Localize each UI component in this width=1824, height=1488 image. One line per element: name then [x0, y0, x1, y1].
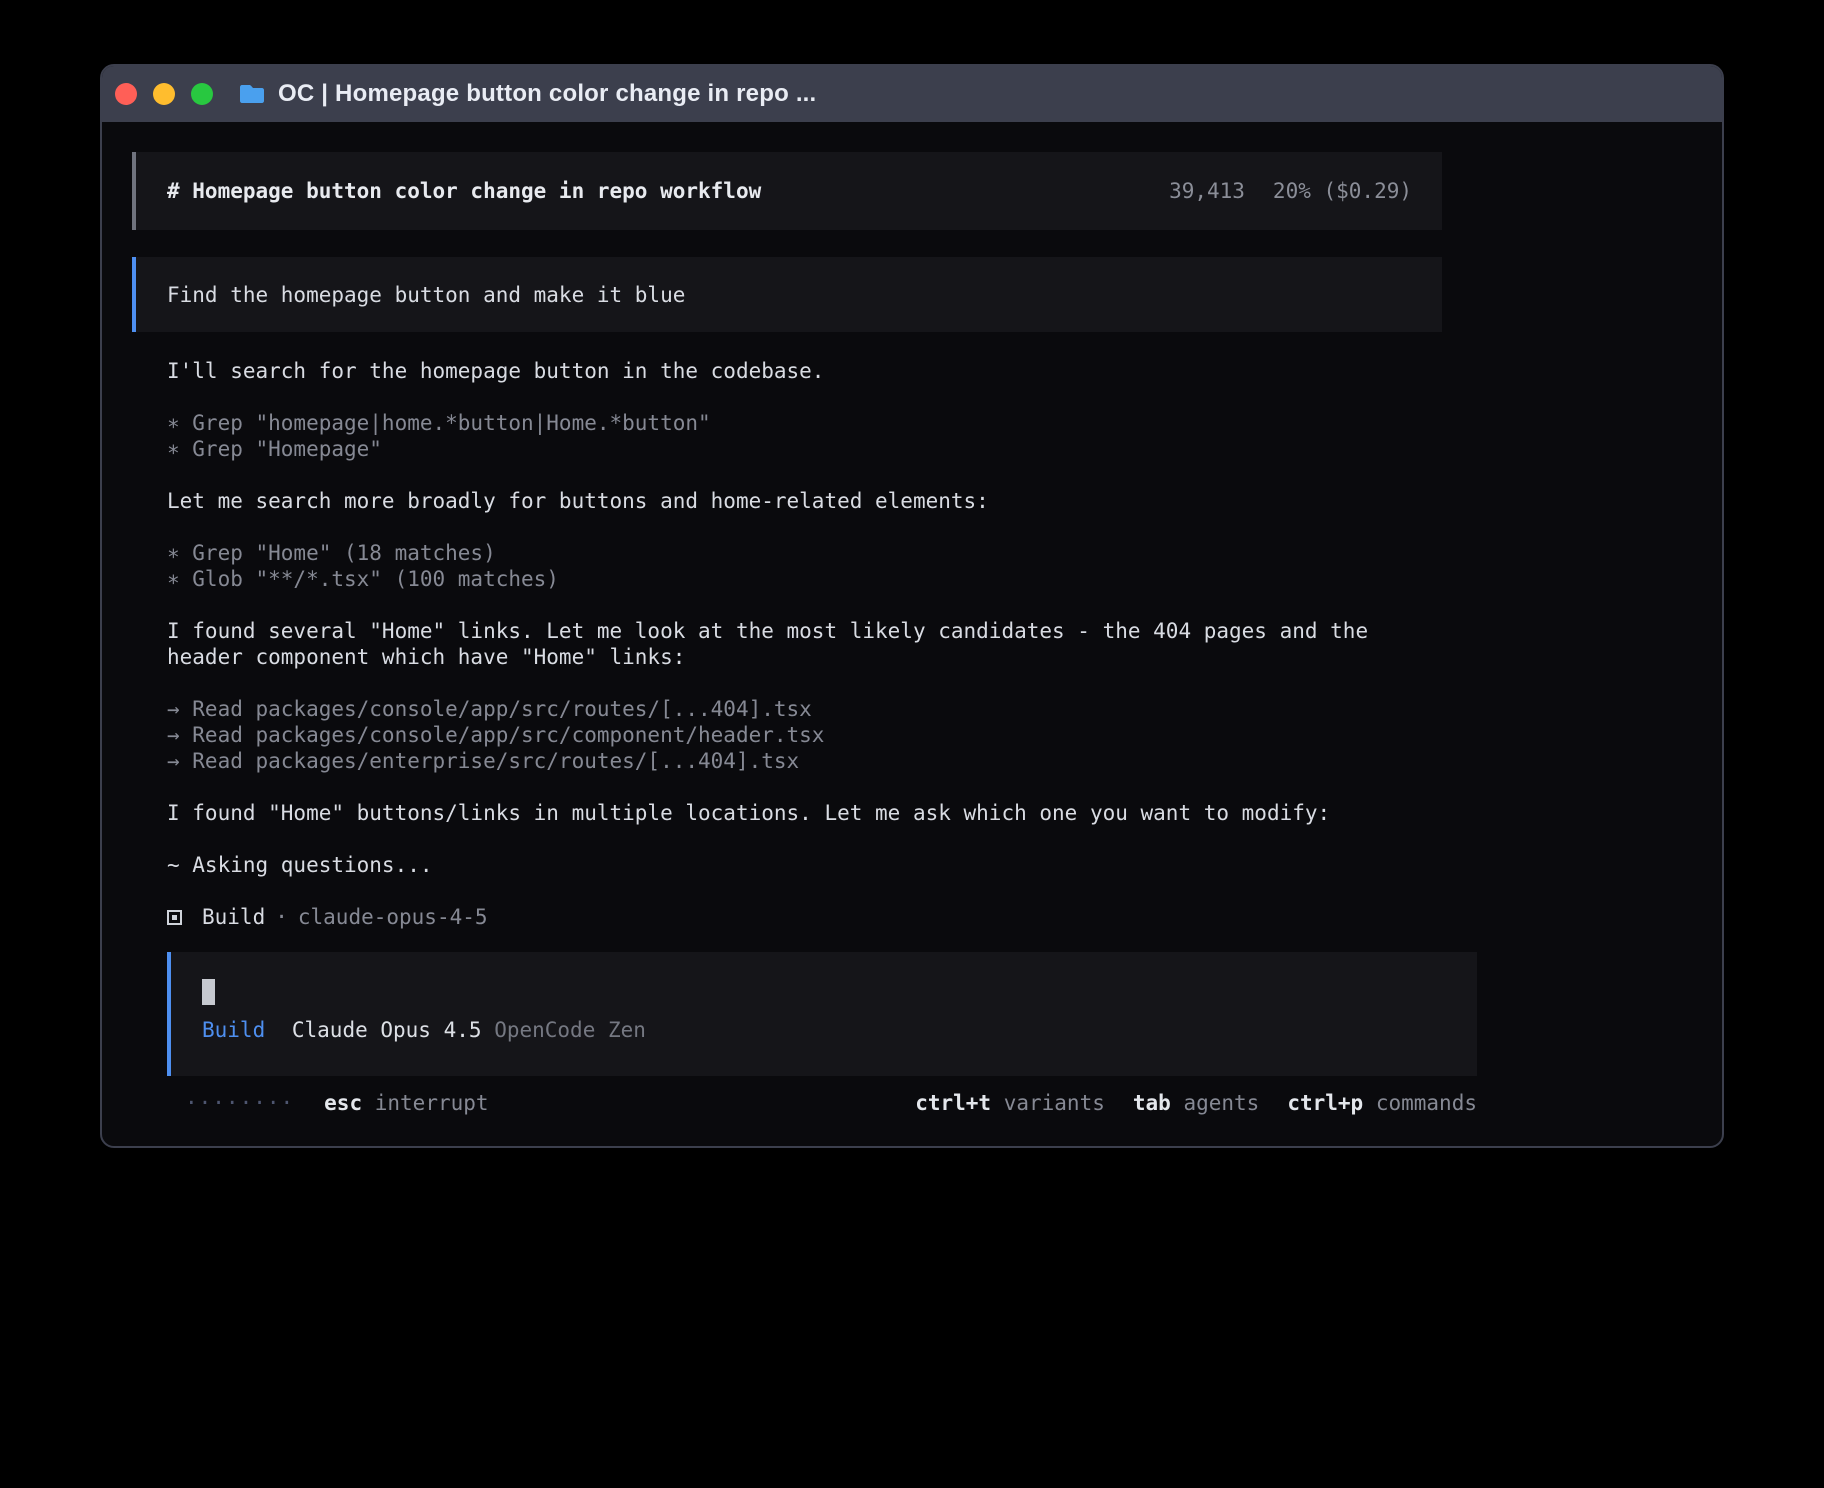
prompt-input[interactable]: Build Claude Opus 4.5 OpenCode Zen: [167, 952, 1477, 1076]
token-count: 39,413: [1169, 179, 1245, 203]
user-message-text: Find the homepage button and make it blu…: [167, 283, 685, 307]
assistant-text: Let me search more broadly for buttons a…: [167, 488, 1442, 514]
shortcut-label: agents: [1183, 1091, 1259, 1115]
terminal-content: # Homepage button color change in repo w…: [102, 122, 1722, 1118]
status-bar-right: ctrl+t variants tab agents ctrl+p comman…: [915, 1090, 1477, 1116]
assistant-text: I found several "Home" links. Let me loo…: [167, 618, 1442, 670]
agent-status-row: Build · claude-opus-4-5: [167, 904, 1442, 930]
shortcut-key: esc: [324, 1091, 362, 1115]
tool-call-line: ∗ Grep "Home" (18 matches): [167, 540, 1442, 566]
agent-separator: ·: [275, 904, 288, 930]
tool-call-line: ∗ Grep "Homepage": [167, 436, 1442, 462]
status-bar-left: ········ esc interrupt: [185, 1090, 489, 1116]
input-model[interactable]: Claude Opus 4.5: [292, 1018, 482, 1042]
progress-dots: ········: [185, 1090, 294, 1116]
agent-square-icon: [167, 910, 182, 925]
tool-call-line: → Read packages/enterprise/src/routes/[.…: [167, 748, 1442, 774]
desktop-background: OC | Homepage button color change in rep…: [0, 0, 1824, 1488]
conversation: I'll search for the homepage button in t…: [167, 358, 1442, 1118]
tool-call-line: → Read packages/console/app/src/componen…: [167, 722, 1442, 748]
window-title: OC | Homepage button color change in rep…: [278, 80, 816, 108]
context-usage: 20% ($0.29): [1273, 179, 1412, 203]
shortcut-label: interrupt: [375, 1091, 489, 1115]
shortcut-agents: tab agents: [1133, 1090, 1259, 1116]
shortcut-key: tab: [1133, 1091, 1171, 1115]
shortcut-key: ctrl+p: [1287, 1091, 1363, 1115]
session-title: # Homepage button color change in repo w…: [167, 179, 761, 203]
tool-call-group: → Read packages/console/app/src/routes/[…: [167, 696, 1442, 774]
agent-name: Build: [202, 904, 265, 930]
tool-call-line: ∗ Glob "**/*.tsx" (100 matches): [167, 566, 1442, 592]
folder-icon: [238, 82, 266, 106]
minimize-button[interactable]: [153, 83, 175, 105]
shortcut-key: ctrl+t: [915, 1091, 991, 1115]
terminal-window: OC | Homepage button color change in rep…: [100, 64, 1724, 1148]
shortcut-variants: ctrl+t variants: [915, 1090, 1105, 1116]
session-stats: 39,413 20% ($0.29): [1169, 179, 1412, 203]
input-provider: OpenCode Zen: [494, 1018, 646, 1042]
shortcut-commands: ctrl+p commands: [1287, 1090, 1477, 1116]
asking-status: ~ Asking questions...: [167, 852, 1442, 878]
traffic-lights: [115, 83, 213, 105]
session-header: # Homepage button color change in repo w…: [132, 152, 1442, 230]
window-titlebar[interactable]: OC | Homepage button color change in rep…: [102, 66, 1722, 122]
assistant-text: I'll search for the homepage button in t…: [167, 358, 1442, 384]
input-mode[interactable]: Build: [202, 1018, 265, 1042]
text-cursor: [202, 979, 215, 1005]
close-button[interactable]: [115, 83, 137, 105]
assistant-text: I found "Home" buttons/links in multiple…: [167, 800, 1442, 826]
tool-call-group: ∗ Grep "homepage|home.*button|Home.*butt…: [167, 410, 1442, 462]
input-meta: Build Claude Opus 4.5 OpenCode Zen: [202, 1017, 1477, 1043]
shortcut-label: variants: [1004, 1091, 1105, 1115]
zoom-button[interactable]: [191, 83, 213, 105]
status-bar: ········ esc interrupt ctrl+t variants t…: [167, 1088, 1477, 1118]
shortcut-interrupt: esc interrupt: [324, 1090, 488, 1116]
tool-call-group: ∗ Grep "Home" (18 matches) ∗ Glob "**/*.…: [167, 540, 1442, 592]
user-message: Find the homepage button and make it blu…: [132, 257, 1442, 332]
agent-model: claude-opus-4-5: [298, 904, 488, 930]
shortcut-label: commands: [1376, 1091, 1477, 1115]
tool-call-line: → Read packages/console/app/src/routes/[…: [167, 696, 1442, 722]
tool-call-line: ∗ Grep "homepage|home.*button|Home.*butt…: [167, 410, 1442, 436]
